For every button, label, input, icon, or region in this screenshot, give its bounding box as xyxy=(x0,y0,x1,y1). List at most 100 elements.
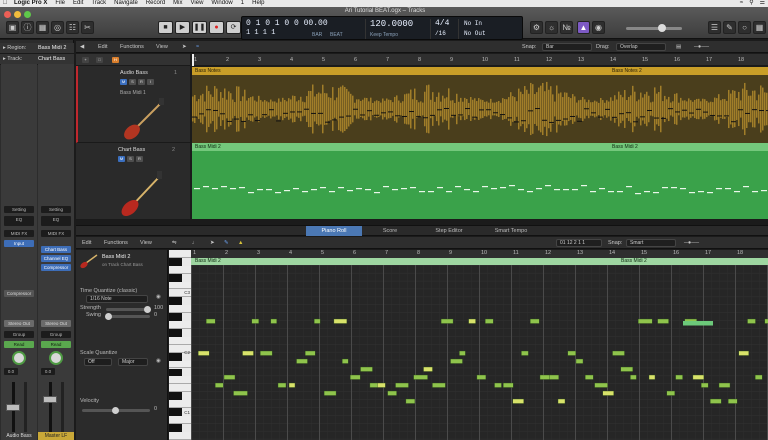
input-slot[interactable]: Chart Bass xyxy=(41,246,71,253)
piano-black-key[interactable] xyxy=(169,392,182,401)
menu-view[interactable]: View xyxy=(187,0,208,7)
piano-black-key[interactable] xyxy=(169,257,182,266)
menu-window[interactable]: Window xyxy=(207,0,236,7)
smart-controls-icon[interactable]: ◎ xyxy=(51,21,64,34)
automation-read[interactable]: Read xyxy=(4,341,34,348)
close-window-button[interactable] xyxy=(4,11,11,18)
loops-icon[interactable]: ○ xyxy=(738,21,751,34)
tracks-snap-select[interactable]: Bar xyxy=(542,43,592,51)
setting-button[interactable]: Setting xyxy=(41,206,71,213)
plugin-slot-compressor[interactable]: Compressor xyxy=(4,290,34,297)
swing-slider-knob[interactable] xyxy=(105,313,112,320)
tab-piano-roll[interactable]: Piano Roll xyxy=(306,226,362,236)
midi-fx-slot[interactable]: MIDI FX xyxy=(4,230,34,237)
menu-file[interactable]: File xyxy=(51,0,69,7)
tracks-functions-menu[interactable]: Functions xyxy=(120,41,144,53)
menu-1[interactable]: 1 xyxy=(237,0,248,7)
automation-read[interactable]: Read xyxy=(41,341,71,348)
zoom-window-button[interactable] xyxy=(24,11,31,18)
scale-type-select[interactable]: Major xyxy=(118,358,148,366)
strength-slider-knob[interactable] xyxy=(144,306,151,313)
eq-display[interactable]: EQ xyxy=(41,216,71,226)
track-name[interactable]: Chart Bass xyxy=(118,147,145,153)
swing-slider[interactable] xyxy=(105,313,150,320)
record-enable-button[interactable]: R xyxy=(136,156,143,162)
input-slot[interactable]: Input xyxy=(4,240,34,247)
pointer-tool-icon[interactable]: ➤ xyxy=(210,237,215,249)
track-header-chart-bass[interactable]: Chart Bass 2 M S R xyxy=(76,143,190,220)
mute-button[interactable]: M xyxy=(120,79,127,85)
zoom-slider[interactable]: ─●── xyxy=(694,41,709,53)
track-name[interactable]: Audio Bass xyxy=(120,70,148,76)
editor-position-display[interactable]: 01 12 2 1 1 xyxy=(556,239,602,247)
menu-app[interactable]: Logic Pro X xyxy=(10,0,51,7)
menu-navigate[interactable]: Navigate xyxy=(110,0,142,7)
velocity-tool-icon[interactable]: ▲ xyxy=(238,237,243,249)
volume-fader[interactable] xyxy=(6,404,20,411)
solo-icon[interactable]: ☼ xyxy=(545,21,558,34)
piano-black-key[interactable] xyxy=(169,352,182,361)
group-slot[interactable]: Group xyxy=(4,331,34,338)
flex-tool-icon[interactable]: ≈ xyxy=(196,41,199,53)
tab-score[interactable]: Score xyxy=(362,226,418,236)
channel-name[interactable]: Master LF xyxy=(38,432,74,440)
editors-icon[interactable]: ✂ xyxy=(81,21,94,34)
piano-black-key[interactable] xyxy=(169,423,182,432)
tab-smart-tempo[interactable]: Smart Tempo xyxy=(480,226,542,236)
piano-white-key[interactable] xyxy=(169,305,191,314)
metronome-icon[interactable]: ▲ xyxy=(577,21,590,34)
output-slot[interactable]: Stereo Out xyxy=(4,320,34,327)
toolbar-icon[interactable]: ▦ xyxy=(36,21,49,34)
duplicate-track-button[interactable]: □ xyxy=(96,57,103,63)
channel-name[interactable]: Audio Bass xyxy=(1,432,37,440)
piano-black-key[interactable] xyxy=(169,297,182,306)
list-icon[interactable]: ☰ xyxy=(757,0,768,7)
menu-record[interactable]: Record xyxy=(142,0,169,7)
piano-roll-grid[interactable]: Bass Midi 2 Bass Midi 2 xyxy=(191,258,768,440)
pan-knob[interactable] xyxy=(49,351,63,365)
menu-edit[interactable]: Edit xyxy=(69,0,87,7)
quantize-q-icon[interactable]: ◉ xyxy=(156,294,161,300)
piano-black-key[interactable] xyxy=(169,313,182,322)
piano-keyboard[interactable]: C3 C2 C1 xyxy=(169,250,191,440)
solo-button[interactable]: S xyxy=(127,156,134,162)
volume-fader[interactable] xyxy=(43,396,57,403)
record-button[interactable]: ● xyxy=(209,21,224,34)
solo-button[interactable]: S xyxy=(129,79,136,85)
tab-step-editor[interactable]: Step Editor xyxy=(418,226,480,236)
eq-display[interactable]: EQ xyxy=(4,216,34,226)
lcd-display[interactable]: 0 1 0 1 0 0 00.00 1 1 1 1 BAR BEAT 120.0… xyxy=(241,16,523,40)
wifi-icon[interactable]: ≈ xyxy=(737,0,746,7)
pencil-tool-icon[interactable]: ✎ xyxy=(224,237,229,249)
waveform-zoom-icon[interactable]: ▤ xyxy=(676,41,681,53)
piano-black-key[interactable] xyxy=(169,329,182,337)
cycle-button[interactable]: ⟳ xyxy=(226,21,241,34)
apple-icon[interactable]:  xyxy=(0,0,10,7)
group-slot[interactable]: Group xyxy=(41,331,71,338)
catch-button[interactable]: H xyxy=(112,57,119,63)
setting-button[interactable]: Setting xyxy=(4,206,34,213)
tracks-drag-select[interactable]: Overlap xyxy=(616,43,666,51)
piano-black-key[interactable] xyxy=(169,408,182,416)
piano-white-key[interactable] xyxy=(169,321,191,329)
browser-icon[interactable]: ▦ xyxy=(753,21,766,34)
plugin-slot-channel-eq[interactable]: Channel EQ xyxy=(41,255,71,262)
mixer-icon[interactable]: ☷ xyxy=(66,21,79,34)
record-enable-button[interactable]: R xyxy=(138,79,145,85)
menu-track[interactable]: Track xyxy=(87,0,110,7)
input-monitor-button[interactable]: I xyxy=(147,79,154,85)
piano-black-key[interactable] xyxy=(169,273,182,282)
velocity-slider-knob[interactable] xyxy=(112,407,119,414)
plugin-slot-compressor[interactable]: Compressor xyxy=(41,264,71,271)
scale-q-icon[interactable]: ◉ xyxy=(156,358,161,364)
quantize-value-select[interactable]: 1/16 Note xyxy=(86,295,148,303)
minimize-window-button[interactable] xyxy=(14,11,21,18)
pan-knob[interactable] xyxy=(12,351,26,365)
piano-white-key[interactable] xyxy=(169,376,191,385)
count-in-icon[interactable]: № xyxy=(560,21,573,34)
piano-white-key[interactable] xyxy=(169,400,191,408)
region-header[interactable]: Bass Midi 2 Bass Midi 2 xyxy=(192,143,768,151)
editor-view-menu[interactable]: View xyxy=(140,237,152,249)
region-inspector-header[interactable]: ▸ Region: Bass Midi 2 xyxy=(0,43,74,54)
notepad-icon[interactable]: ✎ xyxy=(723,21,736,34)
